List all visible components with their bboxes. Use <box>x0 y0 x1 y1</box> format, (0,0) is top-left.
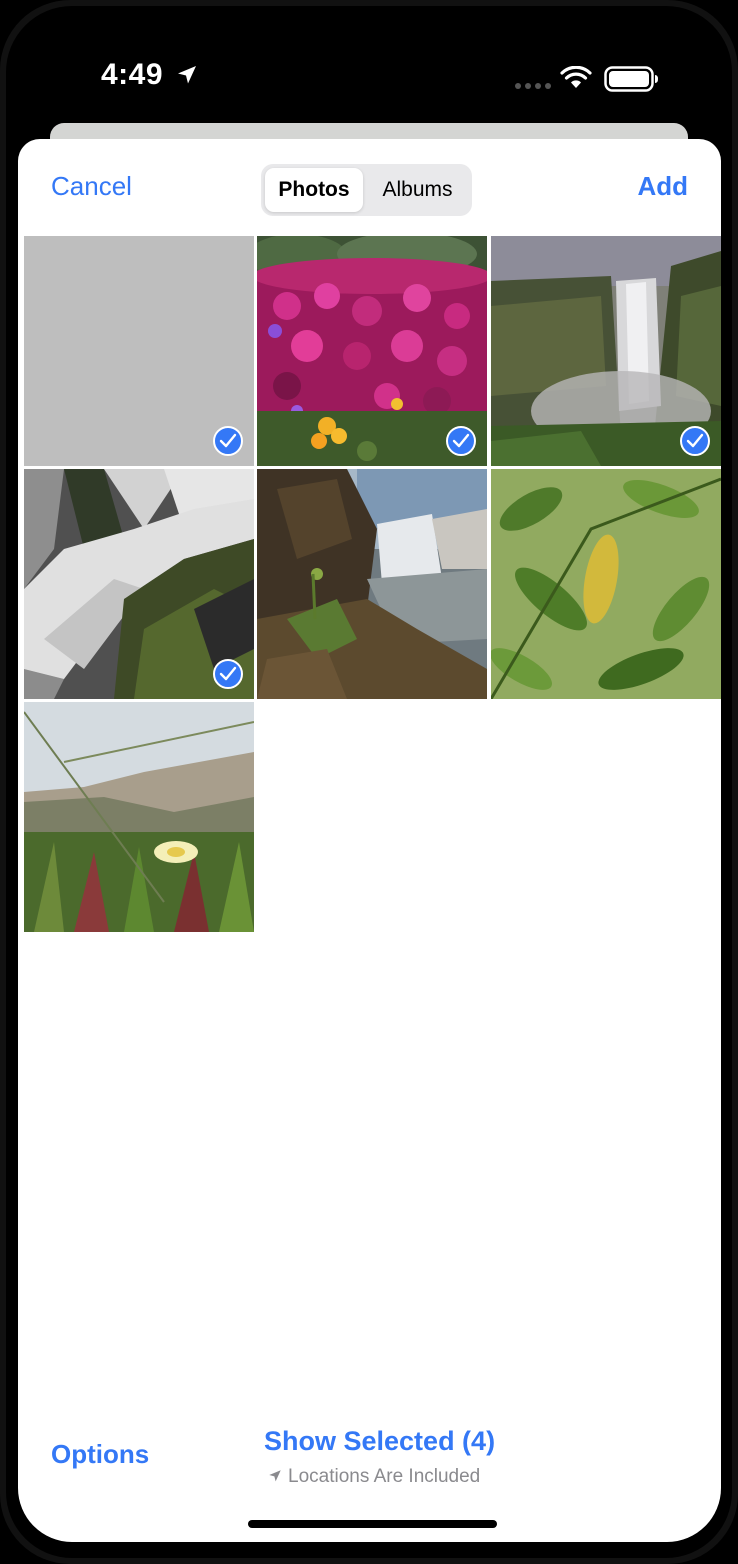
screen: 4:49 Cancel Photos Albums Add Options Sh… <box>6 6 732 1558</box>
selected-checkmark-icon <box>213 659 243 689</box>
photo-thumbnail <box>257 469 487 699</box>
photo-thumbnail <box>491 469 721 699</box>
status-bar: 4:49 <box>6 6 732 126</box>
picker-nav-bar: Cancel Photos Albums Add <box>18 139 721 234</box>
photo-tile[interactable] <box>24 702 254 932</box>
location-arrow-icon <box>178 66 196 84</box>
photo-tile[interactable] <box>24 469 254 699</box>
device-frame: 4:49 Cancel Photos Albums Add Options Sh… <box>0 0 738 1564</box>
show-selected-button[interactable]: Show Selected (4) <box>264 1426 495 1457</box>
locations-included-label: Locations Are Included <box>288 1466 481 1487</box>
photos-albums-segmented-control: Photos Albums <box>261 164 472 216</box>
locations-included-note: Locations Are Included <box>268 1466 480 1488</box>
home-indicator[interactable] <box>248 1520 497 1528</box>
tab-albums[interactable]: Albums <box>367 168 468 212</box>
battery-icon <box>604 66 658 92</box>
cellular-dots-icon <box>515 83 551 89</box>
wifi-icon <box>560 66 592 88</box>
photo-thumbnail <box>24 702 254 932</box>
cancel-button[interactable]: Cancel <box>51 171 132 202</box>
selected-checkmark-icon <box>213 426 243 456</box>
status-time: 4:49 <box>101 58 164 91</box>
photo-tile[interactable] <box>257 469 487 699</box>
location-arrow-icon <box>269 1470 281 1482</box>
options-button[interactable]: Options <box>51 1439 149 1470</box>
picker-bottom-bar: Options Show Selected (4) Locations Are … <box>18 1399 721 1499</box>
photo-tile[interactable] <box>491 236 721 466</box>
photo-tile[interactable] <box>24 236 254 466</box>
photo-picker-sheet: Cancel Photos Albums Add Options Show Se… <box>18 139 721 1542</box>
tab-photos[interactable]: Photos <box>265 168 363 212</box>
photo-tile[interactable] <box>491 469 721 699</box>
add-button[interactable]: Add <box>637 171 688 202</box>
selected-checkmark-icon <box>680 426 710 456</box>
photo-tile[interactable] <box>257 236 487 466</box>
selected-checkmark-icon <box>446 426 476 456</box>
